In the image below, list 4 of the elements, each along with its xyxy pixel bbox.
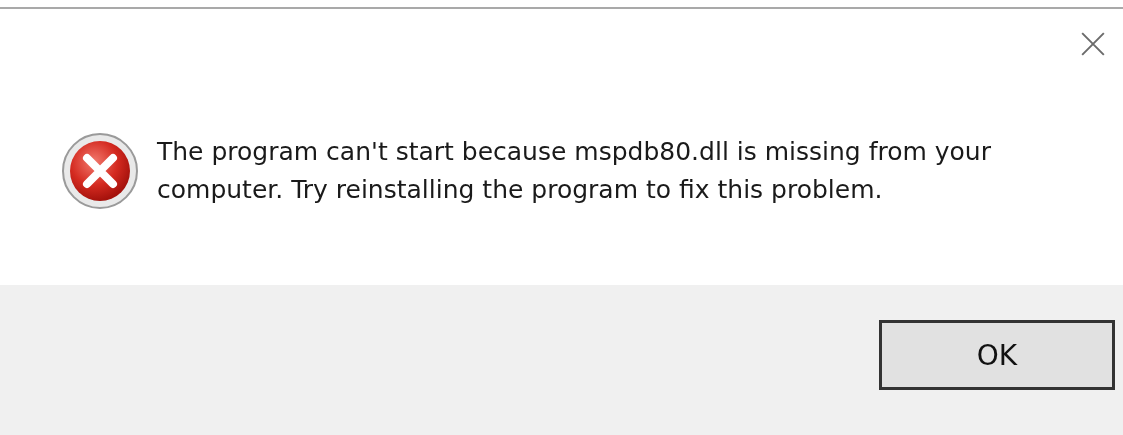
- error-icon: [60, 131, 140, 211]
- ok-button[interactable]: OK: [879, 320, 1115, 390]
- error-message: The program can't start because mspdb80.dll is missing from your computer. Try reinstalling the program to fix this problem.: [157, 136, 992, 206]
- close-icon[interactable]: [1080, 31, 1106, 57]
